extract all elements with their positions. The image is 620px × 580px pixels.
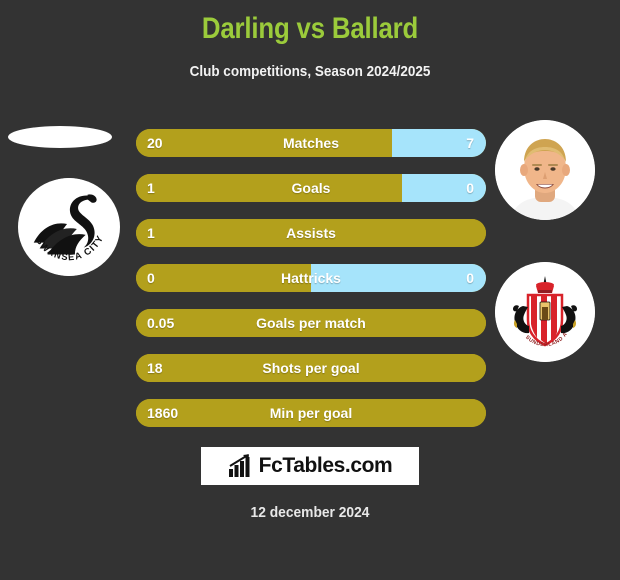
stat-label: Shots per goal bbox=[262, 360, 360, 376]
fctables-logo-text: FcTables.com bbox=[258, 454, 393, 477]
swansea-city-afc-crest-icon: SWANSEA CITY AFC bbox=[18, 178, 120, 276]
page-subtitle: Club competitions, Season 2024/2025 bbox=[189, 63, 431, 80]
stat-label: Goals bbox=[291, 180, 331, 196]
stat-label: Hattricks bbox=[281, 270, 341, 286]
stat-row-hattricks: 0 Hattricks 0 bbox=[136, 264, 486, 292]
stat-label: Matches bbox=[282, 135, 340, 151]
stat-row-goals-per-match: 0.05 Goals per match bbox=[136, 309, 486, 337]
left-player-photo-placeholder bbox=[8, 126, 112, 148]
stat-label: Goals per match bbox=[256, 315, 366, 331]
infographic-canvas: Darling vs Ballard Club competitions, Se… bbox=[0, 0, 620, 580]
stat-row-shots-per-goal: 18 Shots per goal bbox=[136, 354, 486, 382]
stat-value-right: 7 bbox=[466, 135, 474, 151]
date-label: 12 december 2024 bbox=[250, 504, 370, 521]
stat-value-right: 0 bbox=[466, 270, 474, 286]
stat-label: Min per goal bbox=[269, 405, 353, 421]
sunderland-afc-crest-icon: SUNDERLAND A.F.C. bbox=[495, 262, 595, 362]
stat-value-right: 0 bbox=[466, 180, 474, 196]
stat-row-matches: 20 Matches 7 bbox=[136, 129, 486, 157]
right-player-photo bbox=[495, 120, 595, 220]
stat-row-min-per-goal: 1860 Min per goal bbox=[136, 399, 486, 427]
stat-rows: 20 Matches 7 1 Goals 0 1 Assists 0 Hattr… bbox=[136, 129, 486, 444]
stat-row-assists: 1 Assists bbox=[136, 219, 486, 247]
page-title: Darling vs Ballard bbox=[201, 12, 419, 45]
fctables-logo[interactable]: FcTables.com bbox=[201, 447, 419, 485]
stat-label: Assists bbox=[286, 225, 336, 241]
stat-row-goals: 1 Goals 0 bbox=[136, 174, 486, 202]
bar-chart-arrow-icon bbox=[228, 454, 254, 478]
